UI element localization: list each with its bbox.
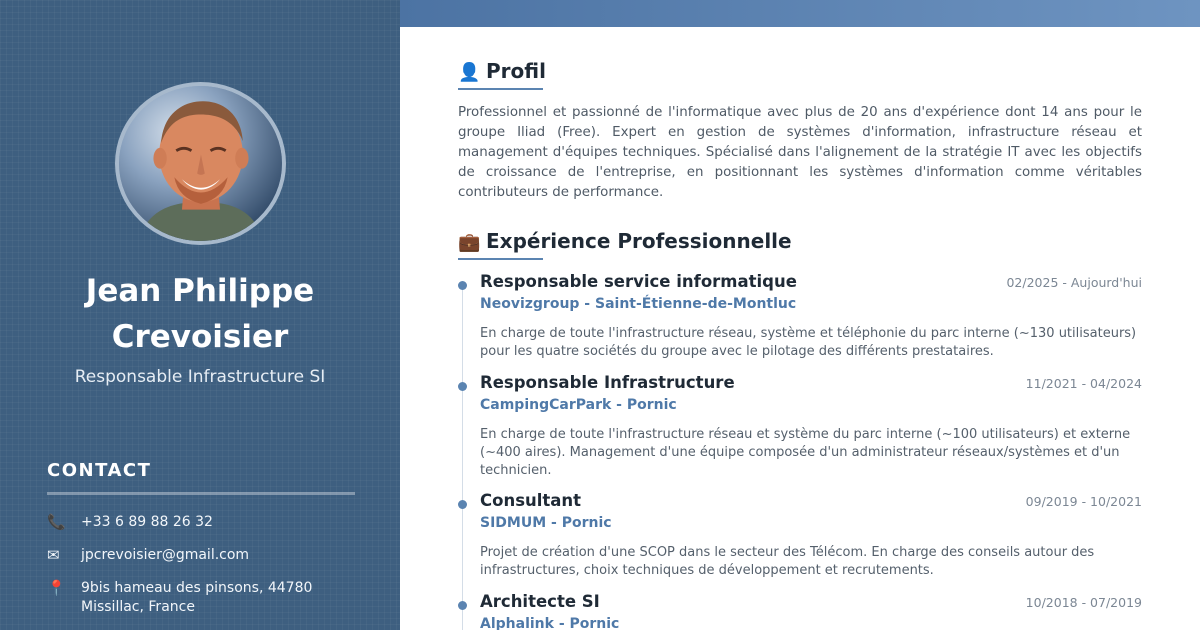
profile-underline <box>458 88 543 90</box>
section-profile-title: 👤 Profil <box>458 59 546 83</box>
section-experience-title: 💼 Expérience Professionnelle <box>458 229 792 253</box>
location-pin-icon: 📍 <box>47 579 66 597</box>
postal-address: 9bis hameau des pinsons, 44780 Missillac… <box>81 580 313 615</box>
experience-heading: Expérience Professionnelle <box>486 229 792 253</box>
phone-number[interactable]: +33 6 89 88 26 32 <box>81 513 361 532</box>
timeline-line <box>462 285 463 630</box>
job-title: Consultant <box>480 491 582 510</box>
phone-icon: 📞 <box>47 513 66 531</box>
sidebar: Jean Philippe Crevoisier Responsable Inf… <box>0 0 400 630</box>
name-line-2: Crevoisier <box>111 319 289 355</box>
job-description: En charge de toute l'infrastructure rése… <box>480 326 1137 359</box>
job-dates: 09/2019 - 10/2021 <box>1025 494 1142 509</box>
top-accent-bar <box>400 0 1200 27</box>
avatar-portrait <box>119 86 282 241</box>
timeline-dot <box>458 281 467 290</box>
job-title: Architecte SI <box>480 592 600 611</box>
main-content: 👤 Profil Professionnel et passionné de l'… <box>400 27 1200 630</box>
job-company: CampingCarPark - Pornic <box>480 397 677 413</box>
job-title: Responsable Infrastructure <box>480 373 735 392</box>
contact-heading: CONTACT <box>47 460 152 481</box>
timeline-dot <box>458 601 467 610</box>
job-description: Projet de création d'une SCOP dans le se… <box>480 545 1095 578</box>
contact-divider <box>47 492 355 495</box>
name-line-1: Jean Philippe <box>85 273 315 309</box>
experience-underline <box>458 258 543 260</box>
email-address[interactable]: jpcrevoisier@gmail.com <box>81 546 361 565</box>
timeline-dot <box>458 382 467 391</box>
candidate-name: Jean Philippe Crevoisier <box>0 268 400 360</box>
profile-summary: Professionnel et passionné de l'informat… <box>458 105 1142 200</box>
timeline-dot <box>458 500 467 509</box>
email-icon: ✉ <box>47 546 60 564</box>
job-company: Neovizgroup - Saint-Étienne-de-Montluc <box>480 296 797 312</box>
profile-heading: Profil <box>486 59 546 83</box>
briefcase-icon: 💼 <box>458 232 481 253</box>
job-description: En charge de toute l'infrastructure rése… <box>480 427 1131 478</box>
cv-page: Jean Philippe Crevoisier Responsable Inf… <box>0 0 1200 630</box>
job-title: Responsable service informatique <box>480 272 797 291</box>
candidate-role: Responsable Infrastructure SI <box>74 367 326 387</box>
person-icon: 👤 <box>458 62 481 83</box>
job-company: SIDMUM - Pornic <box>480 515 612 531</box>
avatar <box>115 82 286 245</box>
job-dates: 02/2025 - Aujourd'hui <box>1006 275 1142 290</box>
job-company: Alphalink - Pornic <box>480 616 620 630</box>
job-dates: 11/2021 - 04/2024 <box>1025 376 1142 391</box>
job-dates: 10/2018 - 07/2019 <box>1025 595 1142 610</box>
